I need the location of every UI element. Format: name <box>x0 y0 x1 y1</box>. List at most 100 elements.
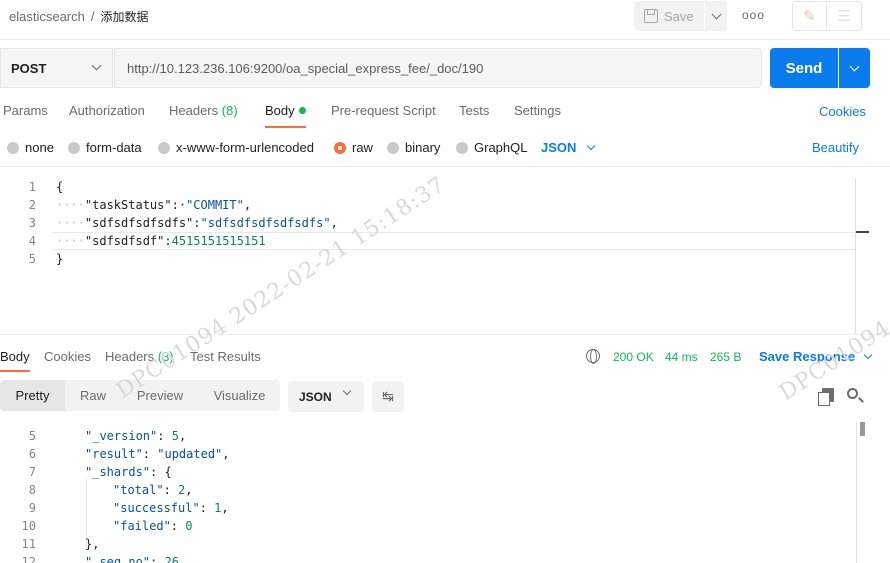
method-label: POST <box>11 60 47 76</box>
url-input[interactable]: http://10.123.236.106:9200/oa_special_ex… <box>114 48 762 88</box>
send-dropdown-button[interactable] <box>839 48 870 88</box>
json-key: "sdfsdfsdfsdfs" <box>84 216 194 230</box>
tab-body[interactable]: Body <box>265 102 306 128</box>
chevron-down-icon <box>863 350 873 359</box>
editor-scrollbar[interactable] <box>855 178 856 334</box>
response-scrollbar[interactable] <box>856 422 857 563</box>
search-icon[interactable] <box>847 388 858 399</box>
edit-icon[interactable]: ✎ <box>793 2 828 30</box>
code-token: } <box>56 252 64 266</box>
tab-tests[interactable]: Tests <box>459 102 489 128</box>
tab-params[interactable]: Params <box>3 102 48 128</box>
code-line: "total": 2, <box>113 483 193 497</box>
chevron-down-icon <box>849 61 860 71</box>
line-number: 7 <box>28 465 36 479</box>
tab-prerequest-script[interactable]: Pre-request Script <box>331 102 436 128</box>
radio-selected-icon <box>334 141 346 154</box>
line-number: 3 <box>28 216 36 230</box>
code-line: ····"taskStatus":·"COMMIT", <box>56 198 251 212</box>
response-scrollbar-thumb[interactable] <box>860 422 865 436</box>
tab-headers[interactable]: Headers (8) <box>169 102 238 128</box>
radio-graphql[interactable]: GraphQL <box>456 140 527 155</box>
json-key: "failed" <box>113 519 171 533</box>
body-format-select[interactable]: JSON <box>541 140 596 155</box>
view-raw-button[interactable]: Raw <box>65 380 121 411</box>
response-body-viewer[interactable]: 5 6 7 8 9 10 11 12 "_version": 5, "resul… <box>0 425 870 563</box>
collection-name[interactable]: elasticsearch <box>9 9 85 24</box>
tab-response-body-label: Body <box>0 349 30 364</box>
code-token: , <box>222 447 230 461</box>
response-size[interactable]: 265 B <box>710 350 741 364</box>
save-response-label: Save Response <box>759 349 856 364</box>
json-key: "_version" <box>85 429 158 443</box>
tab-params-label: Params <box>3 103 48 118</box>
tab-response-cookies[interactable]: Cookies <box>44 348 91 372</box>
view-pretty-button[interactable]: Pretty <box>0 380 65 411</box>
response-format-select[interactable]: JSON <box>288 381 364 412</box>
code-token: , <box>221 501 229 515</box>
whitespace-marker: ···· <box>56 198 85 212</box>
radio-urlencoded[interactable]: x-www-form-urlencoded <box>158 140 314 155</box>
save-dropdown-button[interactable] <box>705 1 727 31</box>
code-token: : <box>164 234 172 248</box>
chevron-down-icon <box>342 386 352 396</box>
tab-test-results-label: Test Results <box>190 349 261 364</box>
json-value: 0 <box>185 519 193 533</box>
documentation-icon[interactable]: ☰ <box>827 2 861 30</box>
code-token: }, <box>85 537 100 551</box>
tab-response-body[interactable]: Body <box>0 348 30 372</box>
radio-none-label: none <box>25 140 54 155</box>
radio-circle-icon <box>456 141 468 154</box>
view-preview-button[interactable]: Preview <box>121 380 199 411</box>
request-name[interactable]: 添加数据 <box>101 10 149 24</box>
radio-none[interactable]: none <box>7 140 54 155</box>
request-body-editor[interactable]: 1 2 3 4 5 { ····"taskStatus":·"COMMIT", … <box>0 175 870 335</box>
side-panel-toggle: ✎ ☰ <box>792 1 862 31</box>
code-line: "successful": 1, <box>113 501 229 515</box>
line-number: 11 <box>21 537 36 551</box>
response-time[interactable]: 44 ms <box>665 350 698 364</box>
save-button[interactable]: Save <box>634 1 704 31</box>
tab-authorization[interactable]: Authorization <box>69 102 145 128</box>
cookies-link[interactable]: Cookies <box>819 104 866 119</box>
json-value: 26 <box>164 555 179 563</box>
divider <box>0 334 890 335</box>
code-token: : <box>142 447 158 461</box>
more-options-button[interactable]: ooo <box>742 8 765 22</box>
beautify-button[interactable]: Beautify <box>812 140 859 155</box>
radio-graphql-label: GraphQL <box>474 140 528 155</box>
json-key: "_seq_no" <box>85 555 151 563</box>
code-line: { <box>56 180 63 194</box>
active-tab-indicator <box>265 126 306 128</box>
modified-dot-icon <box>298 107 306 114</box>
tab-test-results[interactable]: Test Results <box>190 348 261 372</box>
save-response-button[interactable]: Save Response <box>759 349 873 364</box>
copy-icon[interactable] <box>818 388 834 406</box>
tab-settings[interactable]: Settings <box>514 102 561 128</box>
response-tabs: Body Cookies Headers (3) Test Results <box>0 348 890 374</box>
breadcrumb-separator: / <box>90 9 95 24</box>
radio-raw[interactable]: raw <box>334 140 373 155</box>
radio-form-data[interactable]: form-data <box>68 140 142 155</box>
tab-response-headers-label: Headers <box>105 349 155 364</box>
code-token: { <box>56 180 64 194</box>
tab-response-headers[interactable]: Headers (3) <box>105 348 174 372</box>
radio-form-data-label: form-data <box>86 140 142 155</box>
method-select[interactable]: POST <box>0 48 113 88</box>
radio-raw-label: raw <box>352 140 373 155</box>
scroll-position-marker <box>856 231 869 233</box>
radio-binary[interactable]: binary <box>387 140 440 155</box>
wrap-lines-button[interactable]: ↹ <box>372 381 404 412</box>
send-button[interactable]: Send <box>770 48 838 88</box>
view-visualize-button[interactable]: Visualize <box>199 380 280 411</box>
globe-icon[interactable] <box>586 349 600 364</box>
code-token: : <box>193 216 201 230</box>
breadcrumb: elasticsearch / 添加数据 <box>9 8 149 25</box>
status-code[interactable]: 200 OK <box>613 350 654 364</box>
code-token: : <box>170 519 186 533</box>
line-number: 9 <box>28 501 36 515</box>
code-token: , <box>243 198 252 212</box>
tab-settings-label: Settings <box>514 103 561 118</box>
json-value: 5 <box>171 429 179 443</box>
response-view-segmented: Pretty Raw Preview Visualize <box>0 380 280 411</box>
